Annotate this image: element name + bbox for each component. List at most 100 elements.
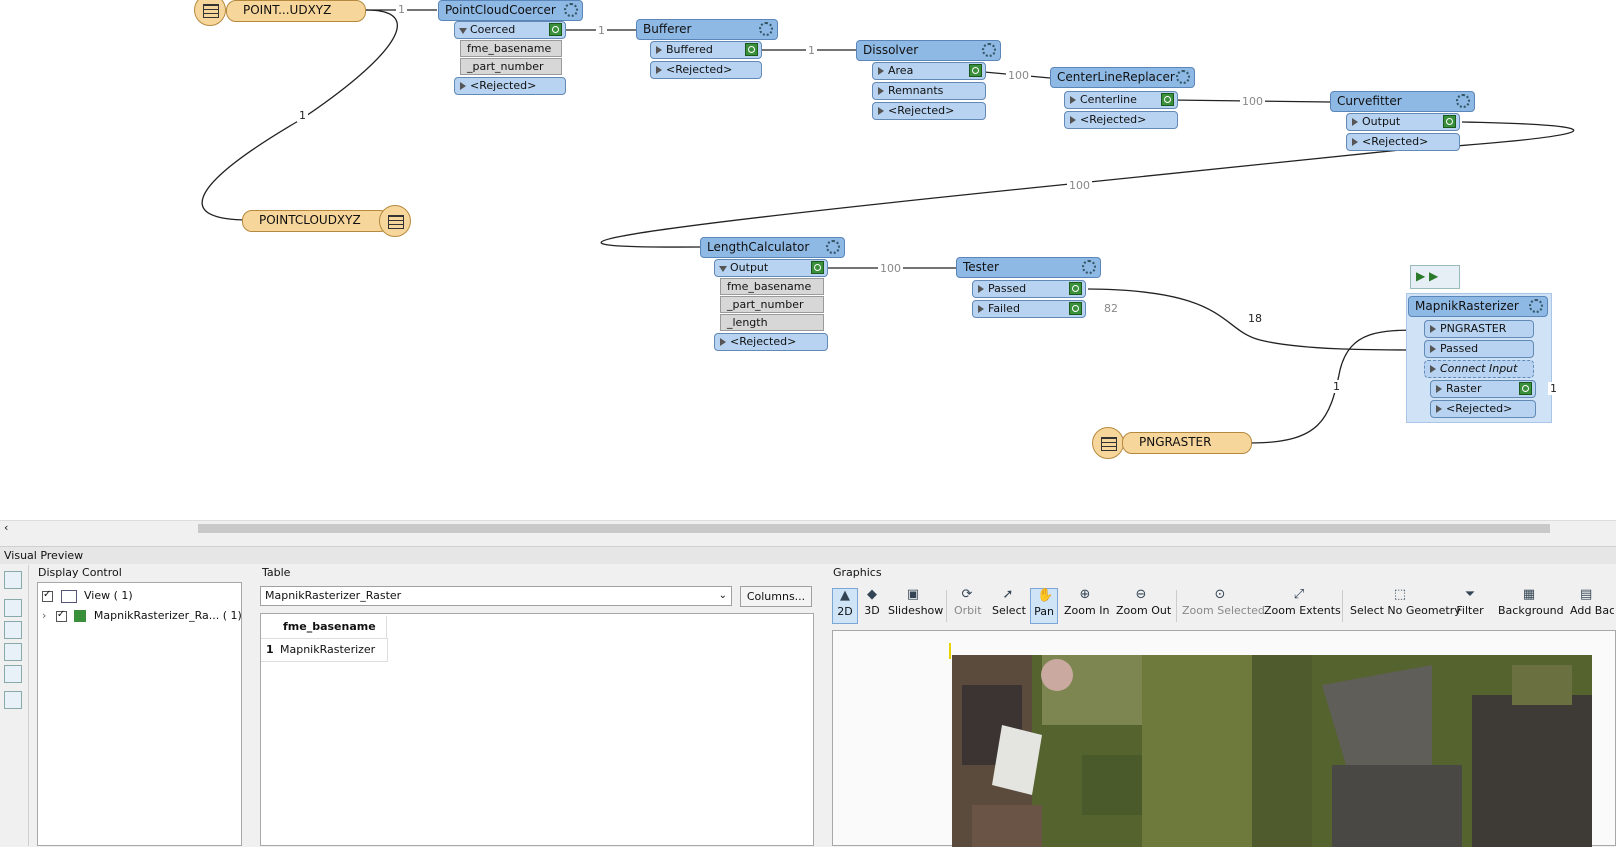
- table-header[interactable]: fme_basename: [277, 616, 387, 638]
- table-grid[interactable]: fme_basename 1 MapnikRasterizer: [260, 613, 814, 846]
- input-pngraster[interactable]: PNGRASTER: [1424, 320, 1534, 338]
- reader-pngraster[interactable]: PNGRASTER: [1122, 432, 1252, 454]
- background-button[interactable]: ▦ Background: [1498, 588, 1564, 624]
- orbit-button[interactable]: ⟳ Orbit: [954, 588, 982, 624]
- preview-toolbar: [0, 565, 29, 846]
- port-coerced[interactable]: Coerced: [454, 21, 566, 39]
- gear-icon[interactable]: [1456, 94, 1470, 108]
- raster-marker: [949, 643, 951, 659]
- 3d-button[interactable]: ◆ 3D: [862, 588, 882, 624]
- reader-pointcloud-bottom[interactable]: POINTCLOUDXYZ: [242, 210, 390, 232]
- inspect-icon[interactable]: [811, 261, 824, 274]
- visual-preview-title: Visual Preview: [0, 546, 1616, 564]
- inspect-icon[interactable]: [1519, 382, 1532, 395]
- 2d-button[interactable]: ▲ 2D: [832, 588, 858, 624]
- transformer-lengthcalculator[interactable]: LengthCalculator: [700, 237, 845, 258]
- port-rejected[interactable]: <Rejected>: [1430, 400, 1536, 418]
- scroll-left-icon[interactable]: ‹: [4, 521, 8, 534]
- reader-pointcloud-top[interactable]: POINT...UDXYZ: [226, 0, 366, 22]
- reader-icon[interactable]: [1092, 427, 1124, 459]
- port-rejected[interactable]: <Rejected>: [650, 61, 762, 79]
- port-output[interactable]: Output: [1346, 113, 1460, 131]
- gear-icon[interactable]: [1176, 70, 1190, 84]
- port-centerline[interactable]: Centerline: [1064, 91, 1178, 109]
- settings-icon[interactable]: [4, 691, 22, 709]
- slideshow-button[interactable]: ▣ Slideshow: [888, 588, 943, 624]
- zoom-selected-button[interactable]: ⊙ Zoom Selected: [1182, 588, 1265, 624]
- gear-icon[interactable]: [1082, 260, 1096, 274]
- transformer-curvefitter[interactable]: Curvefitter: [1330, 91, 1475, 112]
- filter-button[interactable]: ⏷ Filter: [1456, 588, 1484, 624]
- port-rejected[interactable]: <Rejected>: [454, 77, 566, 95]
- transformer-title: Bufferer: [643, 22, 692, 36]
- inspect-icon[interactable]: [745, 43, 758, 56]
- inspect-icon[interactable]: [1443, 115, 1456, 128]
- workspace-canvas[interactable]: POINT...UDXYZ POINTCLOUDXYZ PointCloudCo…: [0, 0, 1616, 520]
- select-no-geometry-button[interactable]: ⬚ Select No Geometry: [1350, 588, 1461, 624]
- gear-icon[interactable]: [826, 240, 840, 254]
- transformer-title: Dissolver: [863, 43, 919, 57]
- inspect-icon[interactable]: [969, 64, 982, 77]
- port-remnants[interactable]: Remnants: [872, 82, 986, 100]
- port-area[interactable]: Area: [872, 62, 986, 80]
- table-row[interactable]: 1 MapnikRasterizer: [261, 638, 388, 662]
- selected-feature-type: MapnikRasterizer_Raster: [265, 589, 402, 602]
- port-raster[interactable]: Raster: [1430, 380, 1536, 398]
- expand-icon[interactable]: ›: [42, 609, 46, 622]
- raster-image: [952, 655, 1592, 847]
- inspect-tool-icon[interactable]: [4, 571, 22, 589]
- scroll-thumb[interactable]: [198, 524, 1550, 533]
- transformer-centerlinereplacer[interactable]: CenterLineReplacer: [1050, 67, 1195, 88]
- horizontal-scrollbar[interactable]: ‹: [0, 520, 1616, 535]
- gear-icon[interactable]: [759, 22, 773, 36]
- zoom-extents-button[interactable]: ⤢ Zoom Extents: [1264, 588, 1341, 624]
- info-icon[interactable]: [4, 665, 22, 683]
- graphics-view[interactable]: [832, 630, 1616, 847]
- view-checkbox[interactable]: [42, 589, 53, 602]
- gear-icon[interactable]: [564, 3, 578, 17]
- inspect-icon[interactable]: [1069, 302, 1082, 315]
- select-button[interactable]: ➚ Select: [992, 588, 1026, 624]
- input-passed[interactable]: Passed: [1424, 340, 1534, 358]
- layer-checkbox[interactable]: [55, 609, 67, 622]
- reader-name: PNGRASTER: [1139, 435, 1212, 449]
- gear-icon[interactable]: [1529, 299, 1543, 313]
- port-output[interactable]: Output: [714, 259, 828, 277]
- layer-row[interactable]: › MapnikRasterizer_Ra... ( 1): [42, 609, 242, 622]
- pan-button[interactable]: ✋ Pan: [1030, 588, 1058, 624]
- display-control-icon[interactable]: [4, 599, 22, 617]
- attr-part-number: _part_number: [460, 58, 562, 75]
- port-failed[interactable]: Failed: [972, 300, 1086, 318]
- 3d-icon: ◆: [867, 587, 877, 602]
- transformer-tester[interactable]: Tester: [956, 257, 1101, 278]
- gear-icon[interactable]: [982, 43, 996, 57]
- reader-icon[interactable]: [379, 205, 411, 237]
- graphics-icon[interactable]: [4, 643, 22, 661]
- port-buffered[interactable]: Buffered: [650, 41, 762, 59]
- inspect-icon[interactable]: [549, 23, 562, 36]
- layer-label: MapnikRasterizer_Ra...: [93, 609, 220, 622]
- input-connect[interactable]: Connect Input: [1424, 360, 1534, 378]
- table-feature-type-select[interactable]: MapnikRasterizer_Raster ⌄: [260, 586, 732, 606]
- port-rejected[interactable]: <Rejected>: [1346, 133, 1460, 151]
- graphics-label: Graphics: [833, 566, 882, 579]
- columns-button[interactable]: Columns...: [740, 586, 812, 607]
- view-icon: [60, 589, 77, 603]
- run-buttons[interactable]: ▶ ▶: [1410, 265, 1460, 289]
- transformer-bufferer[interactable]: Bufferer: [636, 19, 778, 40]
- port-rejected[interactable]: <Rejected>: [714, 333, 828, 351]
- port-passed[interactable]: Passed: [972, 280, 1086, 298]
- port-rejected[interactable]: <Rejected>: [1064, 111, 1178, 129]
- transformer-mapnikrasterizer[interactable]: MapnikRasterizer: [1408, 296, 1548, 317]
- add-background-button[interactable]: ▤ Add Bac: [1570, 588, 1614, 624]
- transformer-dissolver[interactable]: Dissolver: [856, 40, 1001, 61]
- table-icon[interactable]: [4, 621, 22, 639]
- zoom-in-button[interactable]: ⊕ Zoom In: [1064, 588, 1109, 624]
- inspect-icon[interactable]: [1161, 93, 1174, 106]
- zoom-out-button[interactable]: ⊖ Zoom Out: [1116, 587, 1171, 624]
- view-row[interactable]: View ( 1): [42, 589, 133, 603]
- transformer-pointcloudcoercer[interactable]: PointCloudCoercer: [438, 0, 583, 21]
- zoom-out-icon: ⊖: [1135, 587, 1147, 602]
- port-rejected[interactable]: <Rejected>: [872, 102, 986, 120]
- inspect-icon[interactable]: [1069, 282, 1082, 295]
